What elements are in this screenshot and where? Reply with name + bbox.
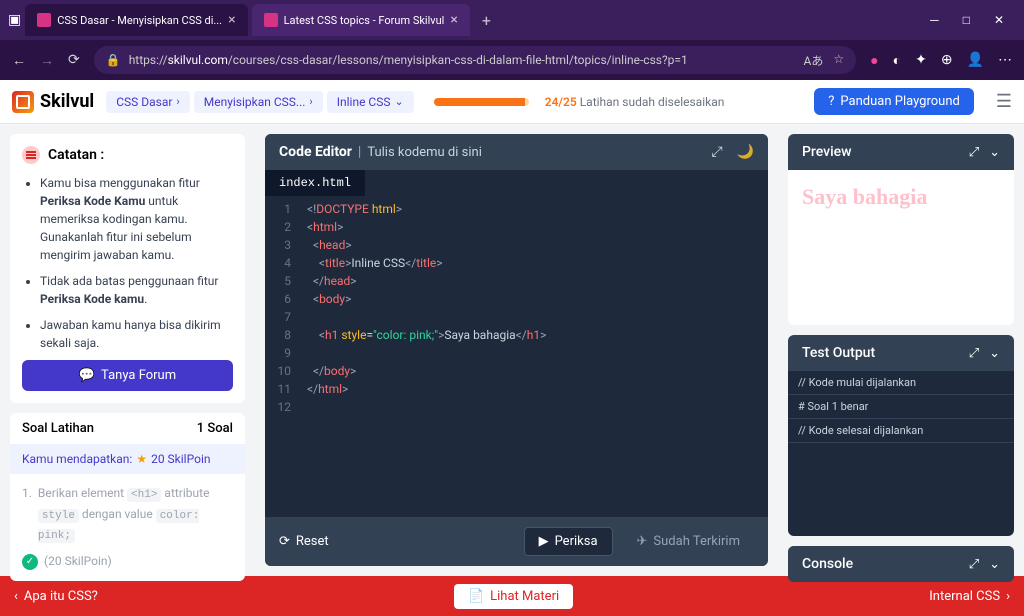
breadcrumb: CSS Dasar› Menyisipkan CSS...› Inline CS… [106,91,414,113]
maximize-icon[interactable]: □ [963,13,970,27]
browser-tab-bar: ▣ CSS Dasar - Menyisipkan CSS di... × La… [0,0,1024,40]
more-icon[interactable]: ⋯ [998,52,1012,69]
breadcrumb-item[interactable]: Inline CSS⌄ [327,91,414,113]
code-editor[interactable]: 123456789101112 <!DOCTYPE html> <html> <… [265,196,768,517]
skilvul-logo[interactable]: Skilvul [12,91,94,113]
editor-header: Code Editor|Tulis kodemu di sini ⤢ 🌙 [265,134,768,170]
chat-icon: 💬 [79,368,95,383]
tab-title: CSS Dasar - Menyisipkan CSS di... [57,14,222,27]
preview-heading: Saya bahagia [802,184,1000,210]
left-sidebar: Catatan : Kamu bisa menggunakan fitur Pe… [0,124,255,576]
soal-card: Soal Latihan 1 Soal Kamu mendapatkan:★20 … [10,413,245,581]
catatan-title: Catatan : [22,146,233,164]
soal-title: Soal Latihan [22,421,94,436]
lihat-materi-button[interactable]: 📄Lihat Materi [454,584,573,609]
new-tab-button[interactable]: + [474,11,499,30]
tab-favicon [37,13,51,27]
send-icon: ✈ [637,534,648,549]
star-icon: ★ [136,452,147,466]
right-panel: Preview ⤢⌄ Saya bahagia Test Output ⤢⌄ /… [778,124,1024,576]
ext-icon[interactable]: ● [870,52,878,69]
expand-icon[interactable]: ⤢ [711,144,722,160]
collections-icon[interactable]: ▣ [8,12,21,28]
app-header: Skilvul CSS Dasar› Menyisipkan CSS...› I… [0,80,1024,124]
expand-icon[interactable]: ⤢ [969,145,979,160]
close-window-icon[interactable]: ✕ [994,13,1004,27]
browser-tab-active[interactable]: CSS Dasar - Menyisipkan CSS di... × [25,4,247,36]
tab-close-icon[interactable]: × [228,12,235,28]
expand-icon[interactable]: ⤢ [969,346,979,361]
preview-header: Preview ⤢⌄ [788,134,1014,170]
theme-icon[interactable]: 🌙 [737,144,754,160]
footer-nav: ‹Apa itu CSS? 📄Lihat Materi Internal CSS… [0,576,1024,616]
reader-icon[interactable]: Aあ [804,52,824,69]
soal-count: 1 Soal [197,421,233,436]
reset-icon: ⟳ [279,534,290,549]
catatan-item: Jawaban kamu hanya bisa dikirim sekali s… [40,316,233,352]
breadcrumb-item[interactable]: Menyisipkan CSS...› [194,91,323,113]
document-icon: 📄 [468,589,484,604]
check-icon: ✓ [22,554,38,570]
tanya-forum-button[interactable]: 💬Tanya Forum [22,360,233,391]
soal-item: 1. Berikan element <h1> attribute style … [10,474,245,581]
collections-icon[interactable]: ⊕ [941,52,953,69]
notes-icon [22,146,40,164]
editor-panel: Code Editor|Tulis kodemu di sini ⤢ 🌙 ind… [255,124,778,576]
tab-favicon [264,13,278,27]
file-tab[interactable]: index.html [265,170,365,196]
test-output-line: // Kode mulai dijalankan [788,371,1014,395]
catatan-item: Kamu bisa menggunakan fitur Periksa Kode… [40,174,233,264]
chevron-down-icon[interactable]: ⌄ [989,145,1000,160]
skilpoin-banner: Kamu mendapatkan:★20 SkilPoin [10,444,245,474]
ext-icon[interactable]: ✦ [915,52,927,69]
panduan-button[interactable]: ?Panduan Playground [814,88,974,115]
next-lesson-button[interactable]: Internal CSS› [929,589,1010,604]
chevron-right-icon: › [1006,589,1010,604]
test-output-header: Test Output ⤢⌄ [788,335,1014,371]
test-output-line: // Kode selesai dijalankan [788,419,1014,443]
tab-close-icon[interactable]: × [450,12,457,28]
back-icon[interactable]: ← [12,52,26,69]
chevron-left-icon: ‹ [14,589,18,604]
logo-icon [12,91,34,113]
test-output-line: # Soal 1 benar [788,395,1014,419]
browser-tab[interactable]: Latest CSS topics - Forum Skilvul × [252,4,470,36]
reset-button[interactable]: ⟳Reset [279,534,329,549]
console-header[interactable]: Console ⤢⌄ [788,546,1014,582]
expand-icon[interactable]: ⤢ [969,557,979,572]
browser-address-bar: ← → ⟳ 🔒 https://skilvul.com/courses/css-… [0,40,1024,80]
url-input[interactable]: 🔒 https://skilvul.com/courses/css-dasar/… [94,46,856,74]
forward-icon[interactable]: → [40,52,54,69]
catatan-item: Tidak ada batas penggunaan fitur Periksa… [40,272,233,308]
tab-title: Latest CSS topics - Forum Skilvul [284,14,445,27]
ext-icon[interactable]: ◐ [893,52,901,69]
chevron-down-icon[interactable]: ⌄ [989,557,1000,572]
terkirim-button: ✈Sudah Terkirim [623,528,754,555]
refresh-icon[interactable]: ⟳ [68,52,80,68]
catatan-card: Catatan : Kamu bisa menggunakan fitur Pe… [10,134,245,403]
test-output-content: // Kode mulai dijalankan# Soal 1 benar//… [788,371,1014,536]
progress-bar [434,98,529,106]
periksa-button[interactable]: ▶Periksa [524,527,613,556]
minimize-icon[interactable]: ─ [930,13,939,27]
favorite-icon[interactable]: ☆ [833,52,844,69]
chevron-down-icon[interactable]: ⌄ [989,346,1000,361]
logo-text: Skilvul [40,91,94,112]
breadcrumb-item[interactable]: CSS Dasar› [106,91,190,113]
play-icon: ▶ [539,534,549,549]
profile-icon[interactable]: 👤 [967,52,984,69]
chevron-down-icon: ⌄ [395,95,404,108]
lock-icon: 🔒 [106,53,121,67]
help-icon: ? [828,94,834,109]
preview-content: Saya bahagia [788,170,1014,325]
prev-lesson-button[interactable]: ‹Apa itu CSS? [14,589,98,604]
menu-icon[interactable]: ☰ [996,91,1012,112]
